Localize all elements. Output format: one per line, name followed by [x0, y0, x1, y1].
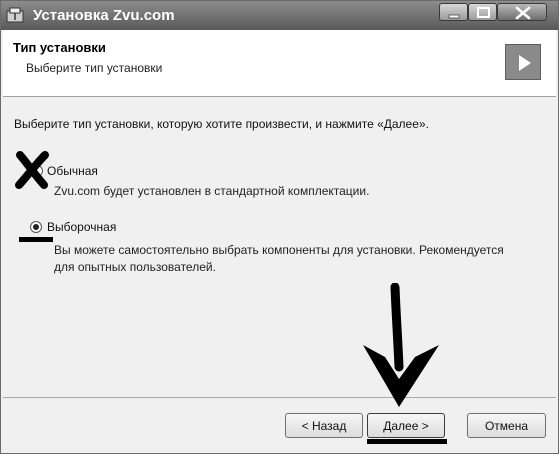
footer-divider [3, 397, 556, 398]
down-arrow-icon [363, 283, 439, 407]
header-graphic [505, 44, 541, 80]
minimize-button[interactable] [439, 3, 468, 21]
cancel-button[interactable]: Отмена [467, 413, 546, 438]
radio-custom[interactable] [30, 221, 42, 233]
instruction-text: Выберите тип установки, которую хотите п… [14, 117, 429, 131]
option-custom-description-line2: для опытных пользователей. [54, 260, 216, 274]
maximize-button[interactable] [468, 3, 497, 21]
option-typical-label[interactable]: Обычная [47, 164, 98, 178]
page-subtitle: Выберите тип установки [26, 61, 163, 75]
wizard-header: Тип установки Выберите тип установки [3, 30, 556, 97]
installer-window: Установка Zvu.com Тип установки Выберите… [0, 0, 559, 454]
option-custom-label[interactable]: Выборочная [47, 220, 116, 234]
close-icon [515, 6, 531, 20]
minimize-icon [448, 14, 460, 19]
option-typical-description: Zvu.com будет установлен в стандартной к… [54, 184, 370, 198]
close-button[interactable] [497, 3, 547, 21]
maximize-icon [477, 7, 490, 18]
title-bar[interactable]: Установка Zvu.com [1, 1, 558, 30]
next-underline-mark [367, 439, 447, 444]
play-arrow-icon [519, 55, 531, 71]
underline-mark [19, 237, 53, 242]
window-title: Установка Zvu.com [33, 7, 175, 24]
installer-icon [6, 7, 24, 23]
next-button[interactable]: Далее > [367, 413, 445, 438]
option-custom-description-line1: Вы можете самостоятельно выбрать компоне… [54, 243, 504, 257]
page-title: Тип установки [13, 40, 106, 55]
cross-mark-icon [15, 151, 49, 189]
back-button[interactable]: < Назад [285, 413, 363, 438]
